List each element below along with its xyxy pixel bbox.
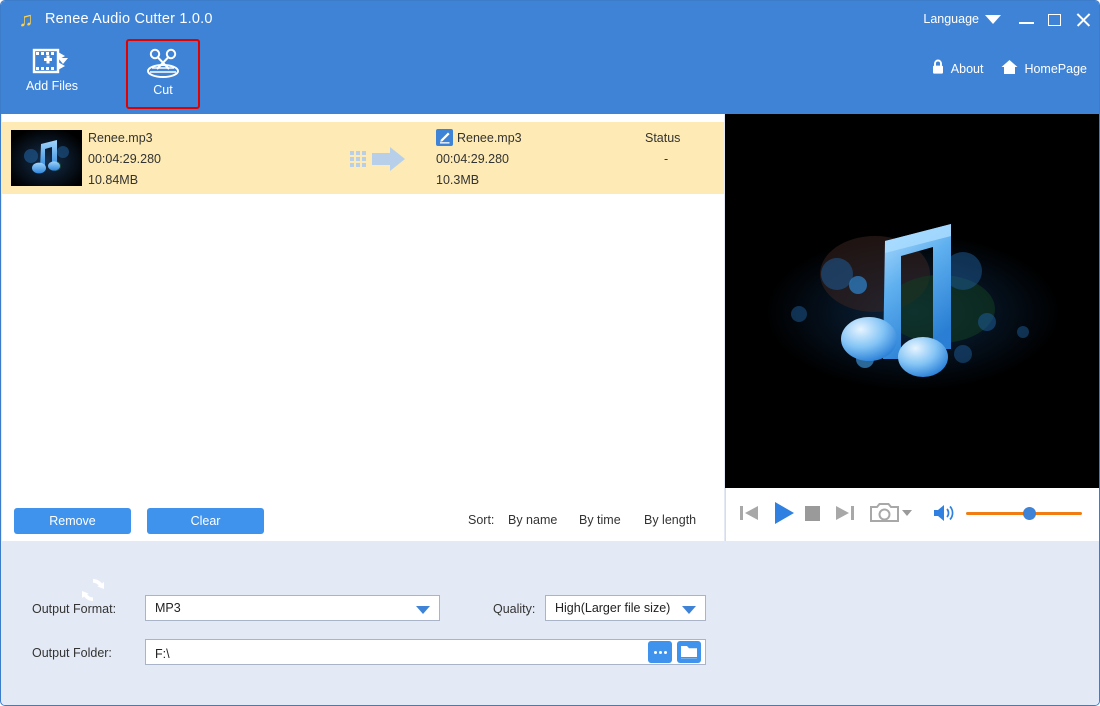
about-label: About bbox=[950, 61, 984, 76]
source-duration: 00:04:29.280 bbox=[88, 152, 161, 166]
volume-icon[interactable] bbox=[932, 503, 954, 523]
quality-value: High(Larger file size) bbox=[555, 601, 671, 615]
remove-button[interactable]: Remove bbox=[14, 508, 131, 534]
output-folder-input[interactable] bbox=[145, 639, 706, 665]
source-file-size: 10.84MB bbox=[88, 173, 139, 187]
quality-label: Quality: bbox=[493, 602, 536, 616]
close-button[interactable] bbox=[1071, 9, 1095, 31]
quality-select[interactable]: High(Larger file size) bbox=[545, 595, 706, 621]
browse-folder-button[interactable] bbox=[648, 641, 672, 663]
play-icon[interactable] bbox=[771, 500, 797, 526]
output-file-name: Renee.mp3 bbox=[457, 131, 522, 145]
arrow-dots-icon bbox=[350, 151, 368, 167]
chevron-down-icon[interactable] bbox=[902, 510, 912, 516]
toolbar-item-cut[interactable]: Cut bbox=[126, 39, 200, 109]
status-value: - bbox=[664, 152, 669, 166]
settings-panel: Output Format: MP3 Quality: High(Larger … bbox=[2, 541, 1099, 705]
window-title: Renee Audio Cutter 1.0.0 bbox=[45, 11, 213, 27]
output-duration: 00:04:29.280 bbox=[436, 152, 509, 166]
about-link[interactable]: About bbox=[931, 59, 984, 78]
header-links: About HomePage bbox=[931, 59, 1087, 78]
player-controls bbox=[725, 488, 1099, 541]
language-menu[interactable]: Language bbox=[923, 12, 979, 26]
file-thumbnail bbox=[11, 130, 82, 186]
table-row[interactable]: Renee.mp3 00:04:29.280 10.84MB Renee.mp3… bbox=[2, 122, 724, 194]
minimize-button[interactable] bbox=[1015, 9, 1039, 31]
window-header: ♫ Renee Audio Cutter 1.0.0 Language Add … bbox=[1, 1, 1099, 114]
home-icon bbox=[1001, 59, 1018, 78]
toolbar-label-cut: Cut bbox=[153, 83, 173, 97]
previous-icon[interactable] bbox=[738, 502, 760, 524]
edit-pencil-icon[interactable] bbox=[436, 129, 453, 146]
refresh-cycle-icon bbox=[40, 558, 104, 601]
camera-icon[interactable] bbox=[869, 501, 901, 525]
homepage-link[interactable]: HomePage bbox=[1001, 59, 1087, 78]
preview-panel[interactable] bbox=[725, 114, 1099, 488]
add-files-icon bbox=[32, 46, 72, 76]
toolbar-item-add-files[interactable]: Add Files bbox=[11, 39, 93, 109]
app-window: ♫ Renee Audio Cutter 1.0.0 Language Add … bbox=[0, 0, 1100, 706]
source-file-name: Renee.mp3 bbox=[88, 131, 153, 145]
status-column-header: Status bbox=[645, 131, 681, 145]
maximize-button[interactable] bbox=[1043, 9, 1067, 31]
sort-label: Sort: bbox=[468, 513, 495, 527]
title-bar[interactable]: ♫ Renee Audio Cutter 1.0.0 Language bbox=[1, 1, 1099, 39]
sort-by-length-button[interactable]: By length bbox=[644, 513, 696, 527]
homepage-label: HomePage bbox=[1024, 61, 1087, 76]
output-folder-label: Output Folder: bbox=[32, 646, 112, 660]
output-format-select[interactable]: MP3 bbox=[145, 595, 440, 621]
scissors-icon bbox=[142, 48, 184, 80]
chevron-down-icon[interactable] bbox=[985, 15, 1001, 24]
next-icon[interactable] bbox=[834, 502, 856, 524]
sort-by-time-button[interactable]: By time bbox=[579, 513, 621, 527]
chevron-down-icon bbox=[416, 606, 430, 614]
chevron-down-icon bbox=[682, 606, 696, 614]
lock-icon bbox=[931, 59, 945, 78]
volume-slider-handle[interactable] bbox=[1023, 507, 1036, 520]
sort-by-name-button[interactable]: By name bbox=[508, 513, 557, 527]
toolbar-label-add-files: Add Files bbox=[25, 79, 79, 93]
conversion-arrow-icon bbox=[350, 144, 408, 174]
output-file-size: 10.3MB bbox=[436, 173, 480, 187]
file-list-panel: Renee.mp3 00:04:29.280 10.84MB Renee.mp3… bbox=[2, 114, 724, 541]
open-folder-button[interactable] bbox=[677, 641, 701, 663]
output-format-value: MP3 bbox=[155, 601, 181, 615]
dropdown-caret-icon[interactable] bbox=[58, 58, 68, 64]
stop-icon[interactable] bbox=[805, 506, 820, 521]
clear-button[interactable]: Clear bbox=[147, 508, 264, 534]
app-logo-icon: ♫ bbox=[18, 9, 34, 31]
